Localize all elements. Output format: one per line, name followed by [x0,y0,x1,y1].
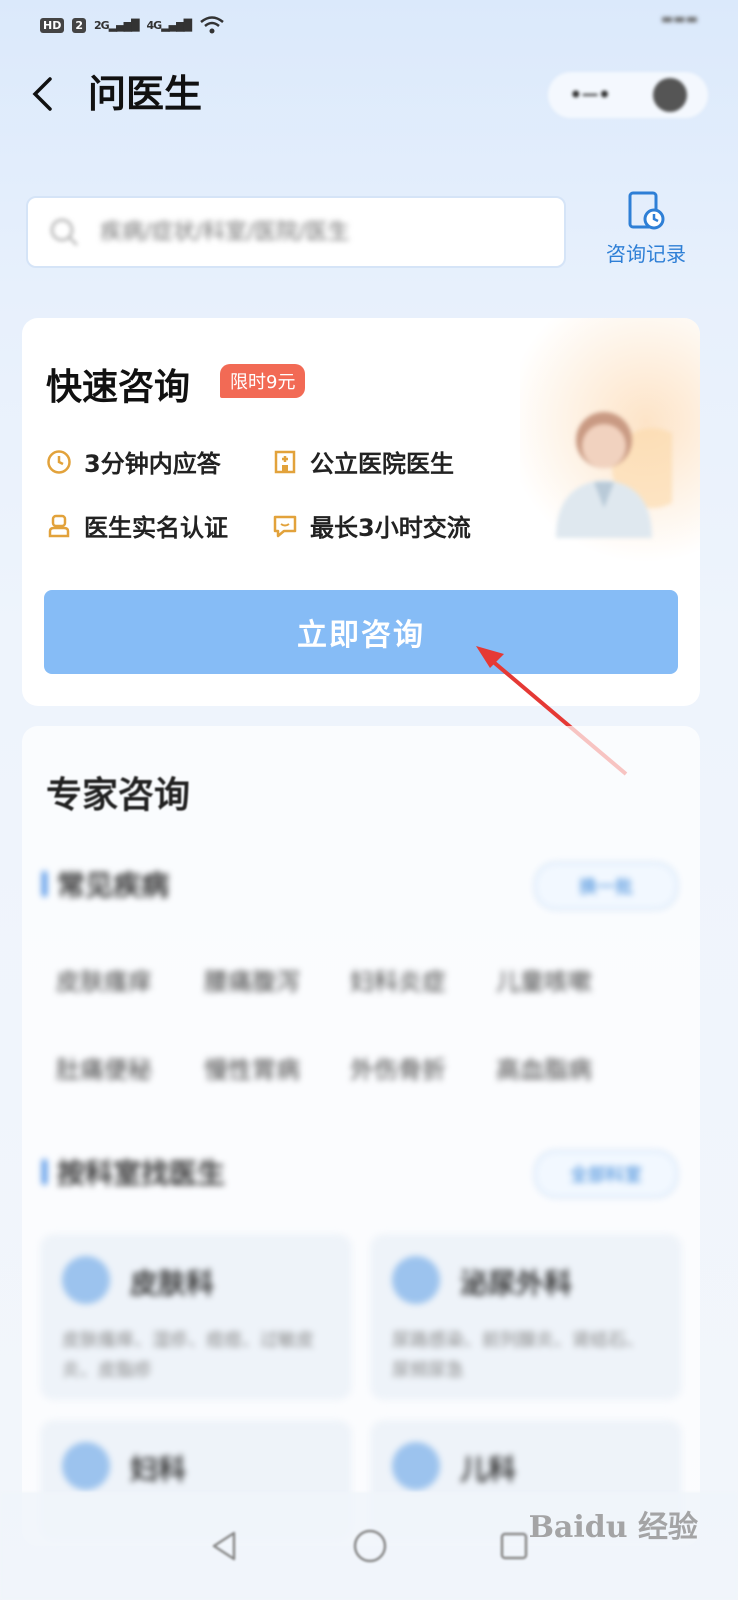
status-bar: HD 2 2G▂▄▆█ 4G▂▄▆█ [40,10,225,40]
disease-item[interactable]: 儿童咳嗽 [496,962,592,997]
doctor-avatar [556,412,672,538]
nav-recents-icon[interactable] [498,1530,530,1562]
signal-2g-icon: 2G▂▄▆█ [94,18,140,32]
disease-item[interactable]: 慢性胃病 [204,1050,300,1085]
quick-consult-title: 快速咨询 [46,367,191,408]
common-disease-title: 常见疾病 [57,869,170,902]
clock-document-icon [628,191,665,230]
nav-back-icon[interactable] [208,1529,242,1563]
chevron-left-icon [32,77,52,111]
disease-item[interactable]: 妇科炎症 [350,962,446,997]
disease-item[interactable]: 腰痛腹泻 [204,962,300,997]
department-desc: 尿路感染、前列腺炎、肾结石、尿频尿急 [392,1330,644,1381]
promo-badge: 限时9元 [220,364,306,398]
refresh-button[interactable]: 换一批 [534,862,678,910]
signal-4g-icon: 4G▂▄▆█ [146,18,193,32]
baidu-watermark: Baidu 经验 [528,1510,698,1545]
department-name: 儿科 [460,1453,517,1486]
feature-item: 3分钟内应答 [46,444,221,479]
close-icon[interactable] [653,78,688,112]
wifi-icon [200,16,224,34]
hd-indicator: HD [40,17,65,33]
feature-label: 最长3小时交流 [310,514,471,542]
common-disease-heading: 常见疾病 [42,864,169,904]
feature-label: 公立医院医生 [310,450,454,478]
department-card[interactable]: 皮肤科 皮肤瘙痒、湿疹、痘痘、过敏皮炎、皮脂疹 [40,1234,352,1400]
department-title: 按科室找医生 [57,1157,226,1190]
clock-icon [47,449,71,474]
section-bar [42,1159,47,1185]
dermatology-icon [62,1256,110,1304]
feature-label: 医生实名认证 [84,514,228,542]
feature-item: 最长3小时交流 [272,508,471,543]
department-desc: 皮肤瘙痒、湿疹、痘痘、过敏皮炎、皮脂疹 [62,1330,314,1381]
mini-program-capsule: •─• [548,72,708,118]
feature-item: 医生实名认证 [46,508,228,543]
sim-indicator: 2 [72,17,86,33]
consult-records-label: 咨询记录 [606,242,686,266]
status-right-icons: ▬▬▬ [661,12,698,27]
feature-item: 公立医院医生 [272,444,454,479]
disease-item[interactable]: 高血脂病 [496,1050,592,1085]
disease-item[interactable]: 外伤骨折 [350,1050,446,1085]
section-bar [42,871,47,897]
department-name: 皮肤科 [130,1267,215,1300]
more-icon[interactable]: •─• [569,81,612,109]
id-badge-icon [48,514,70,537]
gynecology-icon [62,1442,110,1490]
department-card[interactable]: 泌尿外科 尿路感染、前列腺炎、肾结石、尿频尿急 [370,1234,682,1400]
battery-icon: ▬▬▬ [661,12,698,27]
search-box[interactable] [26,196,566,268]
disease-item[interactable]: 肚痛便秘 [56,1050,152,1085]
consult-records-button[interactable]: 咨询记录 [596,190,696,267]
department-name: 妇科 [130,1453,187,1486]
back-button[interactable] [22,70,62,118]
nav-home-icon[interactable] [352,1528,388,1564]
search-input[interactable] [98,218,502,246]
department-name: 泌尿外科 [460,1267,573,1300]
chat-bubble-icon [273,515,297,537]
expert-consult-title: 专家咨询 [46,775,191,816]
page-title: 问医生 [88,72,203,116]
disease-item[interactable]: 皮肤瘙痒 [56,962,152,997]
department-heading: 按科室找医生 [42,1152,225,1192]
pediatrics-icon [392,1442,440,1490]
expert-consult-section: 专家咨询 常见疾病 换一批 皮肤瘙痒 腰痛腹泻 妇科炎症 儿童咳嗽 肚痛便秘 慢… [22,726,700,1546]
feature-label: 3分钟内应答 [84,450,221,478]
hospital-icon [274,450,296,473]
urology-icon [392,1256,440,1304]
search-icon [50,218,79,247]
all-departments-button[interactable]: 全部科室 [534,1150,678,1198]
